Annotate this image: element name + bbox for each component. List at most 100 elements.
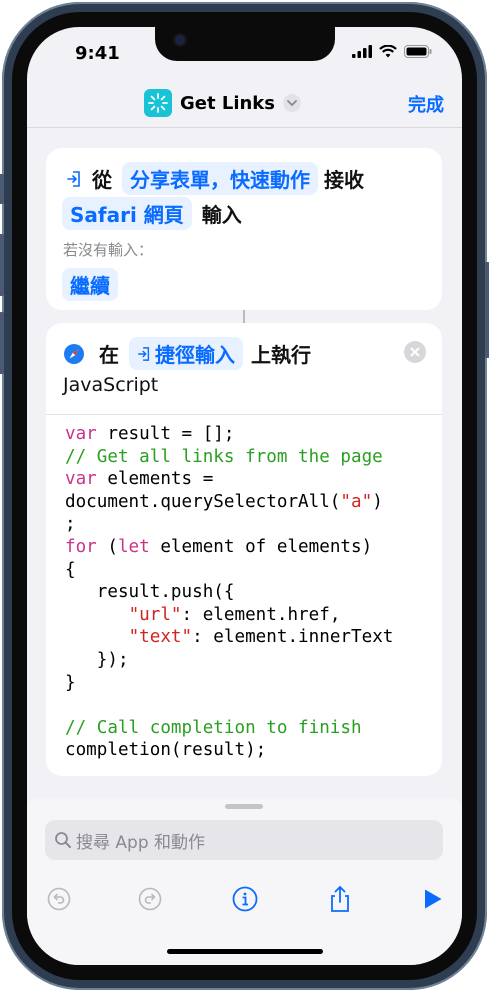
code-text: }	[65, 672, 76, 693]
redo-button[interactable]	[135, 884, 165, 914]
code-text: });	[65, 649, 129, 670]
remove-action-button[interactable]	[404, 341, 426, 363]
code-keyword: var	[65, 424, 97, 444]
code-comment: // Call completion to finish	[65, 717, 362, 738]
header-divider	[27, 127, 462, 128]
search-placeholder: 搜尋 App 和動作	[76, 832, 206, 853]
code-string: "text"	[128, 627, 193, 648]
continue-pill[interactable]: 繼續	[62, 268, 118, 301]
receive-label: 接收	[324, 168, 364, 192]
play-icon	[425, 889, 442, 909]
source-pill[interactable]: 分享表單，快速動作	[122, 162, 318, 195]
card-divider	[46, 414, 442, 415]
chevron-down-icon[interactable]	[283, 94, 301, 112]
redo-icon	[138, 887, 162, 911]
code-text: result = [];	[96, 424, 235, 444]
info-icon	[232, 886, 258, 912]
editor-toolbar	[27, 884, 462, 924]
code-comment: // Get all links from the page	[65, 446, 383, 467]
actions-panel: 搜尋 App 和動作	[27, 798, 462, 965]
share-icon	[331, 885, 349, 912]
battery-icon	[404, 45, 432, 58]
receive-line-1: 從 分享表單，快速動作 接收	[66, 162, 364, 195]
undo-icon	[47, 887, 71, 911]
action-name: JavaScript	[63, 374, 159, 396]
camera-icon	[175, 35, 185, 45]
panel-grabber[interactable]	[225, 804, 263, 809]
home-indicator	[167, 949, 323, 954]
code-line: document.querySelectorAll("a")	[65, 491, 435, 514]
code-line: "url": element.href,	[65, 604, 435, 627]
code-keyword: var	[65, 469, 97, 490]
code-text: element of elements)	[149, 536, 373, 557]
code-line: // Call completion to finish	[65, 717, 435, 740]
from-label: 從	[92, 168, 112, 192]
code-text: elements =	[96, 469, 214, 490]
receive-line-2: Safari 網頁 輸入	[62, 197, 242, 230]
code-line: "text": element.innerText	[65, 626, 435, 649]
code-text: : element.href,	[181, 604, 341, 625]
javascript-code-editor[interactable]: var result = [];// Get all links from th…	[65, 423, 435, 762]
share-button[interactable]	[325, 884, 355, 914]
code-line: completion(result);	[65, 739, 435, 762]
code-line: var result = [];	[65, 423, 435, 446]
if-no-input-label: 若沒有輸入：	[63, 241, 154, 259]
at-label: 在	[99, 343, 119, 367]
run-label: 上執行	[251, 343, 311, 367]
power-button	[485, 262, 489, 358]
search-icon	[55, 832, 71, 848]
code-text: ;	[65, 514, 76, 535]
shortcut-title-menu[interactable]: Get Links	[144, 89, 301, 117]
code-line: result.push({	[65, 581, 435, 604]
undo-button[interactable]	[44, 884, 74, 914]
run-javascript-action-card[interactable]: 在 捷徑輸入 上執行 JavaScript var result = [];//…	[46, 323, 442, 776]
safari-compass-icon	[64, 343, 84, 364]
info-button[interactable]	[230, 884, 260, 914]
code-text: completion(result);	[65, 740, 267, 761]
code-string: "a"	[340, 491, 373, 512]
code-text: : element.innerText	[192, 627, 394, 648]
code-keyword: let	[117, 536, 150, 557]
shortcut-input-label: 捷徑輸入	[155, 343, 235, 367]
code-text: {	[65, 559, 76, 580]
code-line: // Get all links from the page	[65, 446, 435, 469]
code-line: var elements =	[65, 468, 435, 491]
sparkle-icon	[148, 93, 168, 113]
code-line: }	[65, 672, 435, 695]
search-field[interactable]: 搜尋 App 和動作	[45, 820, 443, 860]
continue-row: 繼續	[62, 268, 118, 301]
code-line: ;	[65, 513, 435, 536]
cellular-signal-icon	[352, 45, 372, 58]
shortcut-title: Get Links	[180, 92, 275, 114]
done-button[interactable]: 完成	[408, 91, 444, 117]
code-text: )	[372, 491, 383, 512]
volume-up-button	[0, 234, 4, 296]
code-text: document.querySelectorAll(	[65, 491, 341, 512]
header: Get Links 完成	[27, 77, 462, 127]
code-text: (	[96, 536, 118, 557]
input-arrow-icon	[138, 346, 150, 361]
type-pill[interactable]: Safari 網頁	[62, 197, 192, 230]
wifi-icon	[379, 45, 397, 58]
code-string: "url"	[128, 604, 182, 625]
code-text: result.push({	[65, 582, 235, 603]
receive-input-action-card[interactable]: 從 分享表單，快速動作 接收 Safari 網頁 輸入 若沒有輸入： 繼續	[46, 148, 442, 310]
code-line: for (let element of elements)	[65, 536, 435, 559]
status-icons	[352, 45, 432, 58]
code-keyword: for	[65, 536, 97, 557]
input-arrow-icon	[67, 170, 80, 187]
run-button[interactable]	[418, 884, 448, 914]
action-connector	[243, 310, 245, 323]
run-line-1: 在 捷徑輸入 上執行	[63, 337, 311, 370]
mute-switch	[0, 174, 4, 204]
code-line: });	[65, 649, 435, 672]
input-label: 輸入	[201, 203, 242, 227]
volume-down-button	[0, 312, 4, 374]
screen: 9:41 Get Links 完成 從 分享表單，快速動作 接收 Safari …	[27, 27, 462, 965]
shortcut-input-pill[interactable]: 捷徑輸入	[129, 337, 243, 370]
shortcut-app-icon	[144, 89, 172, 117]
status-time: 9:41	[75, 43, 120, 64]
